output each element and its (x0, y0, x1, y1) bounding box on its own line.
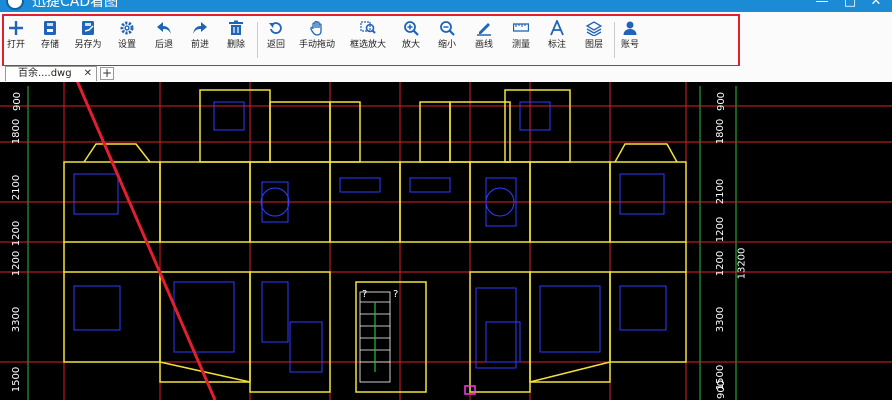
left-dim: 2100 (11, 174, 23, 201)
forward-button[interactable]: 前进 (180, 20, 220, 51)
left-dim: 1200 (11, 250, 23, 277)
zoom-out-label: 缩小 (437, 40, 456, 50)
maximize-button[interactable]: □ (840, 0, 860, 9)
zoom-in-label: 放大 (401, 40, 420, 50)
return-button[interactable]: 返回 (256, 20, 296, 51)
delete-label: 删除 (226, 40, 245, 50)
trash-icon (229, 20, 243, 35)
box-zoom-button[interactable]: 框选放大 (348, 20, 388, 51)
pan-label: 手动拖动 (298, 40, 335, 50)
right-dim: 2100 (715, 178, 727, 205)
cad-drawing-canvas[interactable]: ? ? 1500 3300 1200 1200 2100 1800 900 90… (0, 82, 892, 400)
draw-line-button[interactable]: 画线 (464, 20, 504, 51)
axis-lines (0, 82, 892, 400)
right-dim: 900 (716, 379, 728, 400)
draw-line-label: 画线 (474, 40, 493, 50)
measure-label: 测量 (511, 40, 530, 50)
settings-button[interactable]: 设置 (107, 20, 147, 51)
title-bar: 迅捷CAD看图 — □ ✕ (0, 0, 892, 12)
forward-label: 前进 (190, 40, 209, 50)
document-tab-bar: 百余....dwg ✕ + (0, 66, 892, 83)
account-button[interactable]: 账号 (610, 20, 650, 51)
right-dim: 1200 (715, 216, 727, 243)
measure-button[interactable]: 测量 (501, 20, 541, 51)
left-dim: 1200 (11, 220, 23, 247)
right-dim: 900 (716, 91, 728, 112)
minimize-button[interactable]: — (812, 0, 832, 9)
toolbar: 打开 存储 另存为 设置 后退 前进 删除 返回 手动拖动 框选放大 放大 缩小… (0, 12, 892, 66)
zoom-in-icon (404, 21, 419, 36)
annotate-button[interactable]: 标注 (537, 20, 577, 51)
new-tab-button[interactable]: + (100, 67, 114, 80)
file-tab[interactable]: 百余....dwg ✕ (5, 66, 97, 81)
layers-icon (586, 21, 602, 36)
delete-button[interactable]: 删除 (216, 20, 256, 51)
zoom-out-icon (440, 21, 455, 36)
close-window-button[interactable]: ✕ (866, 0, 886, 9)
right-dim: 1800 (715, 118, 727, 145)
left-dim: 900 (12, 91, 24, 112)
text-a-icon (550, 20, 564, 36)
return-label: 返回 (266, 40, 285, 50)
left-dim: 1500 (11, 366, 23, 393)
back-label: 后退 (154, 40, 173, 50)
save-as-button[interactable]: 另存为 (68, 20, 108, 51)
layers-button[interactable]: 图层 (574, 20, 614, 51)
ruler-icon (513, 23, 529, 32)
user-icon (623, 21, 637, 35)
save-as-label: 另存为 (74, 40, 102, 50)
right-dim: 3300 (715, 306, 727, 333)
account-label: 账号 (620, 40, 639, 50)
annotate-label: 标注 (547, 40, 566, 50)
save-icon (44, 21, 56, 35)
stair-mark: ? (393, 289, 398, 300)
floor-plan-drawing: ? ? (0, 82, 892, 400)
left-dim: 3300 (11, 306, 23, 333)
pen-icon (477, 23, 491, 36)
zoom-in-button[interactable]: 放大 (391, 20, 431, 51)
box-zoom-label: 框选放大 (349, 40, 386, 50)
settings-label: 设置 (117, 40, 136, 50)
app-logo-icon (6, 0, 24, 10)
gear-icon (120, 21, 134, 35)
right-total-dim: 13200 (736, 247, 748, 280)
right-dim: 1200 (715, 250, 727, 277)
window-title: 迅捷CAD看图 (32, 0, 119, 10)
forward-arrow-icon (193, 22, 207, 34)
pan-button[interactable]: 手动拖动 (297, 20, 337, 51)
back-arrow-icon (157, 22, 171, 34)
save-label: 存储 (40, 40, 59, 50)
return-icon (269, 22, 282, 34)
zoom-out-button[interactable]: 缩小 (427, 20, 467, 51)
file-tab-label: 百余....dwg (18, 68, 72, 79)
left-dim: 1800 (11, 118, 23, 145)
back-button[interactable]: 后退 (144, 20, 184, 51)
box-zoom-icon (360, 21, 376, 34)
save-as-icon (82, 21, 94, 35)
save-button[interactable]: 存储 (30, 20, 70, 51)
layers-label: 图层 (584, 40, 603, 50)
stair-mark: ? (362, 289, 367, 300)
close-tab-icon[interactable]: ✕ (84, 67, 92, 81)
plus-icon (9, 21, 23, 35)
dimension-lines (18, 86, 744, 400)
hand-icon (310, 20, 322, 36)
